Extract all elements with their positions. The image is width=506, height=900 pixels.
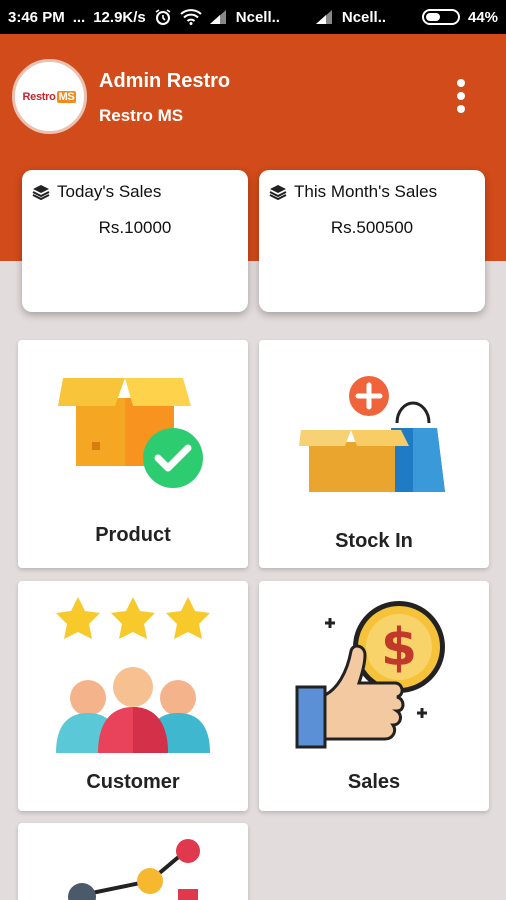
box-check-icon xyxy=(58,378,203,488)
chart-icon xyxy=(68,839,200,900)
box-bag-plus-icon xyxy=(299,376,445,492)
customers-stars-icon xyxy=(56,597,210,753)
customer-label: Customer xyxy=(86,771,180,793)
product-tile[interactable]: Product xyxy=(18,340,248,568)
layers-icon xyxy=(269,185,287,200)
signal-icon xyxy=(315,10,334,24)
network-speed: 12.9K/s xyxy=(93,8,146,26)
month-sales-amount: Rs.500500 xyxy=(330,218,414,237)
stock-in-tile[interactable]: Stock In xyxy=(259,340,489,568)
product-label: Product xyxy=(95,524,171,546)
app-name: Restro MS xyxy=(99,106,184,125)
report-tile[interactable] xyxy=(18,823,248,900)
month-sales-card[interactable]: This Month's Sales Rs.500500 xyxy=(259,170,485,312)
app-logo: Restro MS xyxy=(12,59,87,134)
stock-in-label: Stock In xyxy=(335,530,413,552)
todays-sales-amount: Rs.10000 xyxy=(98,218,172,237)
status-bar: 3:46 PM ... 12.9K/s Ncell.. Ncell.. 44% xyxy=(0,0,506,34)
carrier-1: Ncell.. xyxy=(235,8,280,26)
customer-tile[interactable]: Customer xyxy=(18,581,248,811)
status-dots: ... xyxy=(72,8,86,26)
svg-text:$: $ xyxy=(381,618,417,678)
month-sales-title: This Month's Sales xyxy=(294,182,438,201)
sales-tile[interactable]: $ Sales xyxy=(259,581,489,811)
sales-label: Sales xyxy=(347,771,401,793)
layers-icon xyxy=(32,185,50,200)
carrier-2: Ncell.. xyxy=(341,8,387,26)
user-name: Admin Restro xyxy=(99,70,231,92)
thumbs-up-dollar-icon: $ xyxy=(295,601,445,749)
battery-percent: 44% xyxy=(467,8,499,26)
battery-icon xyxy=(421,9,460,25)
todays-sales-card[interactable]: Today's Sales Rs.10000 xyxy=(22,170,248,312)
wifi-icon xyxy=(180,9,202,25)
todays-sales-title: Today's Sales xyxy=(57,182,162,201)
status-time: 3:46 PM xyxy=(8,8,65,26)
alarm-icon xyxy=(154,8,172,26)
signal-icon xyxy=(209,10,228,24)
overflow-menu-icon[interactable] xyxy=(446,76,476,116)
